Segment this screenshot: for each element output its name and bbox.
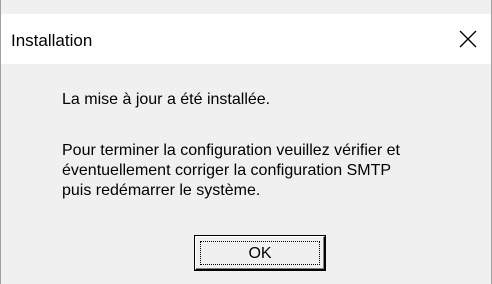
- ok-button-label: OK: [248, 245, 272, 262]
- title-bar[interactable]: Installation: [1, 14, 491, 64]
- message-line-2: Pour terminer la configuration veuillez …: [62, 142, 400, 159]
- dialog-body: La mise à jour a été installée. Pour ter…: [1, 64, 491, 284]
- message-line-3: éventuellement corriger la configuration…: [62, 162, 392, 179]
- ok-button[interactable]: OK: [195, 236, 325, 270]
- message-line-1: La mise à jour a été installée.: [62, 91, 271, 108]
- message-line-4: puis redémarrer le système.: [62, 182, 261, 199]
- window-top-strip: [1, 0, 491, 14]
- installation-dialog: Installation La mise à jour a été instal…: [0, 0, 492, 284]
- dialog-title: Installation: [11, 31, 93, 50]
- close-icon[interactable]: [455, 26, 481, 52]
